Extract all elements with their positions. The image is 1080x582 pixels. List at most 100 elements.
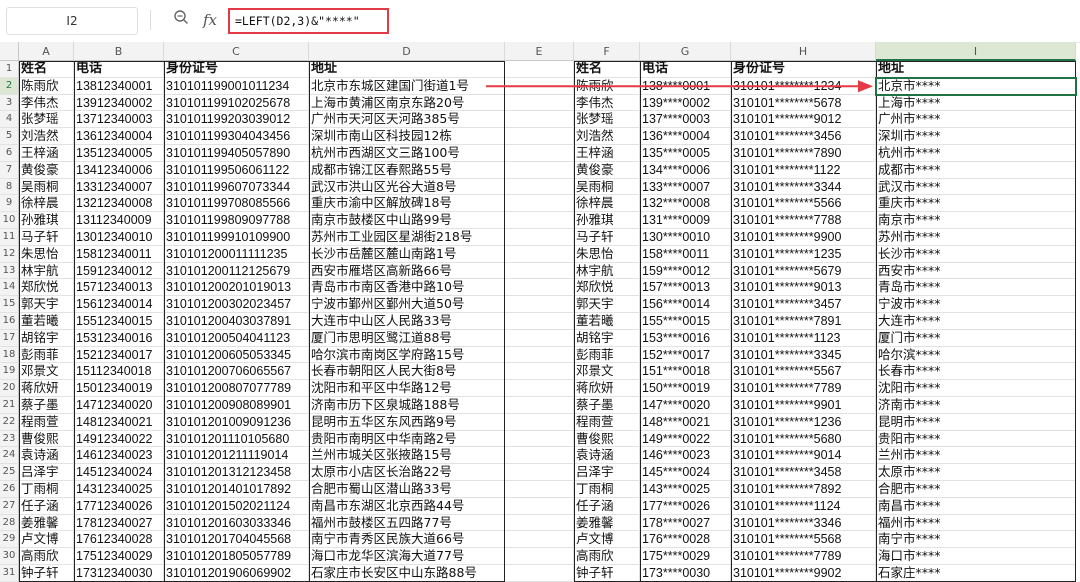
left-data-cell[interactable]: 上海市黄浦区南京东路20号 xyxy=(309,94,505,112)
right-data-cell[interactable]: 310101********9900 xyxy=(731,229,876,246)
grid-cell[interactable] xyxy=(505,229,574,246)
left-data-cell[interactable]: 310101201502021124 xyxy=(164,497,309,515)
left-data-cell[interactable]: 310101200302023457 xyxy=(164,296,309,313)
right-data-cell[interactable]: 张梦瑶 xyxy=(574,111,640,129)
right-data-cell[interactable]: 马子轩 xyxy=(574,229,640,246)
left-data-cell[interactable]: 14612340023 xyxy=(74,447,164,465)
left-data-cell[interactable]: 哈尔滨市南岗区学府路15号 xyxy=(309,346,505,364)
left-data-cell[interactable]: 310101199607073344 xyxy=(164,178,309,196)
left-data-cell[interactable]: 15212340017 xyxy=(74,346,164,364)
left-data-cell[interactable]: 马子轩 xyxy=(19,229,74,246)
right-data-cell[interactable]: 贵阳市**** xyxy=(876,430,1076,448)
right-data-cell[interactable]: 133****0007 xyxy=(640,178,731,196)
left-data-cell[interactable]: 郭天宇 xyxy=(19,296,74,313)
left-data-cell[interactable]: 昆明市五华区东风西路9号 xyxy=(309,413,505,431)
grid-cell[interactable] xyxy=(505,296,574,313)
left-data-cell[interactable]: 310101199809097788 xyxy=(164,212,309,229)
right-data-cell[interactable]: 310101********7789 xyxy=(731,380,876,397)
right-data-cell[interactable]: 310101********3458 xyxy=(731,464,876,481)
left-data-cell[interactable]: 17712340026 xyxy=(74,497,164,515)
left-data-cell[interactable]: 13012340010 xyxy=(74,229,164,246)
row-header[interactable]: 15 xyxy=(0,296,19,313)
left-data-cell[interactable]: 广州市天河区天河路385号 xyxy=(309,111,505,129)
right-data-cell[interactable]: 北京市**** xyxy=(876,77,1076,95)
left-header-cell[interactable]: 地址 xyxy=(309,61,505,78)
right-data-cell[interactable]: 郑欣悦 xyxy=(574,279,640,297)
left-data-cell[interactable]: 钟子轩 xyxy=(19,565,74,582)
left-data-cell[interactable]: 厦门市思明区鹭江道88号 xyxy=(309,329,505,347)
right-data-cell[interactable]: 136****0004 xyxy=(640,128,731,145)
left-data-cell[interactable]: 邓景文 xyxy=(19,363,74,381)
row-header[interactable]: 1 xyxy=(0,61,19,78)
left-data-cell[interactable]: 大连市中山区人民路33号 xyxy=(309,313,505,330)
left-data-cell[interactable]: 15812340011 xyxy=(74,245,164,263)
right-data-cell[interactable]: 177****0026 xyxy=(640,497,731,515)
right-data-cell[interactable]: 310101********7789 xyxy=(731,548,876,565)
left-data-cell[interactable]: 310101201805057789 xyxy=(164,548,309,565)
left-data-cell[interactable]: 13712340003 xyxy=(74,111,164,129)
right-data-cell[interactable]: 145****0024 xyxy=(640,464,731,481)
row-header[interactable]: 9 xyxy=(0,195,19,213)
left-data-cell[interactable]: 310101200112125679 xyxy=(164,262,309,280)
left-data-cell[interactable]: 沈阳市和平区中华路12号 xyxy=(309,380,505,397)
left-data-cell[interactable]: 李伟杰 xyxy=(19,94,74,112)
right-data-cell[interactable]: 139****0002 xyxy=(640,94,731,112)
right-data-cell[interactable]: 158****0011 xyxy=(640,245,731,263)
left-header-cell[interactable]: 身份证号 xyxy=(164,61,309,78)
row-header[interactable]: 3 xyxy=(0,94,19,112)
right-data-cell[interactable]: 上海市**** xyxy=(876,94,1076,112)
right-data-cell[interactable]: 广州市**** xyxy=(876,111,1076,129)
left-data-cell[interactable]: 17312340030 xyxy=(74,565,164,582)
row-header[interactable]: 4 xyxy=(0,111,19,129)
left-data-cell[interactable]: 310101200908089901 xyxy=(164,397,309,414)
left-data-cell[interactable]: 张梦瑶 xyxy=(19,111,74,129)
left-data-cell[interactable]: 长沙市岳麓区麓山南路1号 xyxy=(309,245,505,263)
right-data-cell[interactable]: 长春市**** xyxy=(876,363,1076,381)
left-data-cell[interactable]: 朱思怡 xyxy=(19,245,74,263)
right-data-cell[interactable]: 朱思怡 xyxy=(574,245,640,263)
grid-cell[interactable] xyxy=(505,514,574,532)
row-header[interactable]: 31 xyxy=(0,565,19,582)
grid-cell[interactable] xyxy=(505,346,574,364)
left-data-cell[interactable]: 310101199910109900 xyxy=(164,229,309,246)
column-header-a[interactable]: A xyxy=(19,42,74,61)
right-data-cell[interactable]: 151****0018 xyxy=(640,363,731,381)
column-header-e[interactable]: E xyxy=(505,42,574,61)
grid-cell[interactable] xyxy=(505,111,574,129)
right-data-cell[interactable]: 178****0027 xyxy=(640,514,731,532)
left-data-cell[interactable]: 刘浩然 xyxy=(19,128,74,145)
left-data-cell[interactable]: 15012340019 xyxy=(74,380,164,397)
left-data-cell[interactable]: 14512340024 xyxy=(74,464,164,481)
left-data-cell[interactable]: 卢文博 xyxy=(19,531,74,549)
right-data-cell[interactable]: 310101********3457 xyxy=(731,296,876,313)
right-data-cell[interactable]: 310101********3344 xyxy=(731,178,876,196)
right-data-cell[interactable]: 武汉市**** xyxy=(876,178,1076,196)
left-data-cell[interactable]: 重庆市渝中区解放碑18号 xyxy=(309,195,505,213)
left-data-cell[interactable]: 310101201009091236 xyxy=(164,413,309,431)
right-data-cell[interactable]: 131****0009 xyxy=(640,212,731,229)
row-header[interactable]: 7 xyxy=(0,161,19,179)
grid-cell[interactable] xyxy=(505,245,574,263)
right-data-cell[interactable]: 钟子轩 xyxy=(574,565,640,582)
right-data-cell[interactable]: 彭雨菲 xyxy=(574,346,640,364)
right-data-cell[interactable]: 310101********7890 xyxy=(731,145,876,162)
grid-cell[interactable] xyxy=(505,313,574,330)
right-data-cell[interactable]: 175****0029 xyxy=(640,548,731,565)
right-data-cell[interactable]: 林宇航 xyxy=(574,262,640,280)
right-data-cell[interactable]: 吴雨桐 xyxy=(574,178,640,196)
right-data-cell[interactable]: 曹俊熙 xyxy=(574,430,640,448)
right-data-cell[interactable]: 147****0020 xyxy=(640,397,731,414)
right-data-cell[interactable]: 哈尔滨**** xyxy=(876,346,1076,364)
right-data-cell[interactable]: 高雨欣 xyxy=(574,548,640,565)
right-data-cell[interactable]: 146****0023 xyxy=(640,447,731,465)
right-header-cell[interactable]: 地址 xyxy=(876,61,1076,78)
left-data-cell[interactable]: 14912340022 xyxy=(74,430,164,448)
right-data-cell[interactable]: 孙雅琪 xyxy=(574,212,640,229)
left-data-cell[interactable]: 13512340005 xyxy=(74,145,164,162)
left-data-cell[interactable]: 南昌市东湖区北京西路44号 xyxy=(309,497,505,515)
right-data-cell[interactable]: 石家庄**** xyxy=(876,565,1076,582)
grid-cell[interactable] xyxy=(505,447,574,465)
left-data-cell[interactable]: 济南市历下区泉城路188号 xyxy=(309,397,505,414)
right-data-cell[interactable]: 黄俊豪 xyxy=(574,161,640,179)
right-data-cell[interactable]: 310101********1236 xyxy=(731,413,876,431)
